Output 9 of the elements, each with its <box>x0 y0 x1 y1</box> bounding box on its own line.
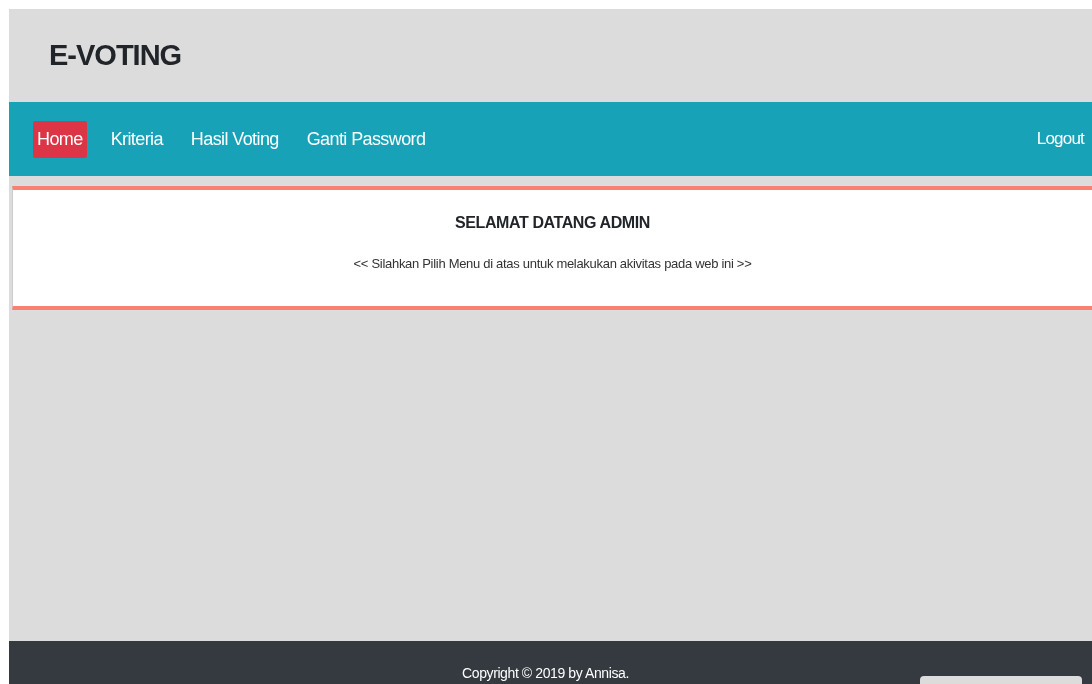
nav-link[interactable]: Kriteria <box>106 120 167 158</box>
welcome-message: << Silahkan Pilih Menu di atas untuk melakukan akivitas pada web ini >> <box>353 256 752 271</box>
logout-link[interactable]: Logout <box>1036 129 1084 149</box>
copyright-text: Copyright © 2019 by Annisa. <box>462 665 629 683</box>
nav-link[interactable]: Home <box>33 120 87 158</box>
nav-link[interactable]: Hasil Voting <box>186 120 283 158</box>
nav-link[interactable]: Ganti Password <box>302 120 430 158</box>
site-title: E-VOTING <box>49 39 182 72</box>
welcome-heading: SELAMAT DATANG ADMIN <box>455 214 650 232</box>
